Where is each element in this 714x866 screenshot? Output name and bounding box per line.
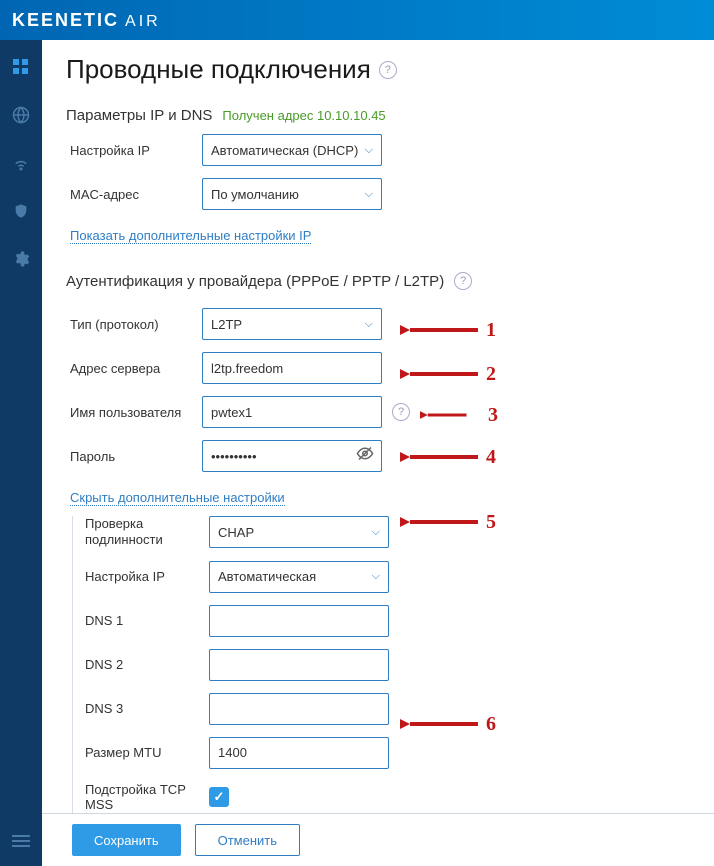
auth-check-label: Проверка подлинности [73,516,209,549]
brand-thin: AIR [125,13,161,31]
shield-icon[interactable] [12,202,30,220]
ip-config-value: Автоматическая (DHCP) [211,143,358,158]
page-title-text: Проводные подключения [66,54,371,85]
ip-section-title: Параметры IP и DNS Получен адрес 10.10.1… [66,107,690,124]
username-input[interactable] [202,396,382,428]
protocol-label: Тип (протокол) [66,317,202,332]
gear-icon[interactable] [12,250,30,268]
ip2-label: Настройка IP [73,569,209,584]
auth-section-title: Аутентификация у провайдера (PPPoE / PPT… [66,272,690,290]
tcpmss-checkbox[interactable] [209,787,229,807]
ip-section-label: Параметры IP и DNS [66,107,212,124]
username-label: Имя пользователя [66,405,202,420]
mac-select[interactable]: По умолчанию ⌵ [202,178,382,210]
dns2-input[interactable] [209,649,389,681]
ip2-value: Автоматическая [218,569,316,584]
auth-title-text: Аутентификация у провайдера (PPPoE / PPT… [66,273,444,290]
brand-bold: KEENETIC [12,10,119,31]
mtu-label: Размер MTU [73,745,209,760]
chevron-down-icon: ⌵ [365,144,373,157]
protocol-select[interactable]: L2TP ⌵ [202,308,382,340]
menu-icon[interactable] [12,832,30,850]
password-label: Пароль [66,449,202,464]
password-input[interactable] [202,440,382,472]
cancel-button[interactable]: Отменить [195,824,300,856]
brand-logo: KEENETIC AIR [12,10,161,31]
dns2-label: DNS 2 [73,657,209,672]
mtu-input[interactable] [209,737,389,769]
main-content: Проводные подключения ? Параметры IP и D… [42,40,714,866]
globe-icon[interactable] [12,106,30,124]
dns3-input[interactable] [209,693,389,725]
mac-label: MAC-адрес [66,187,202,202]
server-label: Адрес сервера [66,361,202,376]
help-icon[interactable]: ? [392,403,410,421]
dns1-label: DNS 1 [73,613,209,628]
auth-check-value: CHAP [218,525,254,540]
help-icon[interactable]: ? [379,61,397,79]
ip-status-text: Получен адрес 10.10.10.45 [222,108,385,123]
ip-config-label: Настройка IP [66,143,202,158]
dashboard-icon[interactable] [12,58,30,76]
eye-icon[interactable] [356,445,374,468]
dns1-input[interactable] [209,605,389,637]
chevron-down-icon: ⌵ [372,526,380,539]
page-title: Проводные подключения ? [66,54,690,85]
auth-check-select[interactable]: CHAP ⌵ [209,516,389,548]
protocol-value: L2TP [211,317,242,332]
wifi-icon[interactable] [12,154,30,172]
chevron-down-icon: ⌵ [372,570,380,583]
tcpmss-label: Подстройка TCP MSS [73,782,209,812]
chevron-down-icon: ⌵ [365,188,373,201]
sidebar [0,40,42,866]
server-input[interactable] [202,352,382,384]
footer-bar: Сохранить Отменить [42,813,714,866]
help-icon[interactable]: ? [454,272,472,290]
save-button[interactable]: Сохранить [72,824,181,856]
show-advanced-ip-link[interactable]: Показать дополнительные настройки IP [70,228,311,244]
app-header: KEENETIC AIR [0,0,714,40]
chevron-down-icon: ⌵ [365,318,373,331]
mac-value: По умолчанию [211,187,299,202]
ip-config-select[interactable]: Автоматическая (DHCP) ⌵ [202,134,382,166]
dns3-label: DNS 3 [73,701,209,716]
ip2-select[interactable]: Автоматическая ⌵ [209,561,389,593]
hide-advanced-link[interactable]: Скрыть дополнительные настройки [70,490,285,506]
